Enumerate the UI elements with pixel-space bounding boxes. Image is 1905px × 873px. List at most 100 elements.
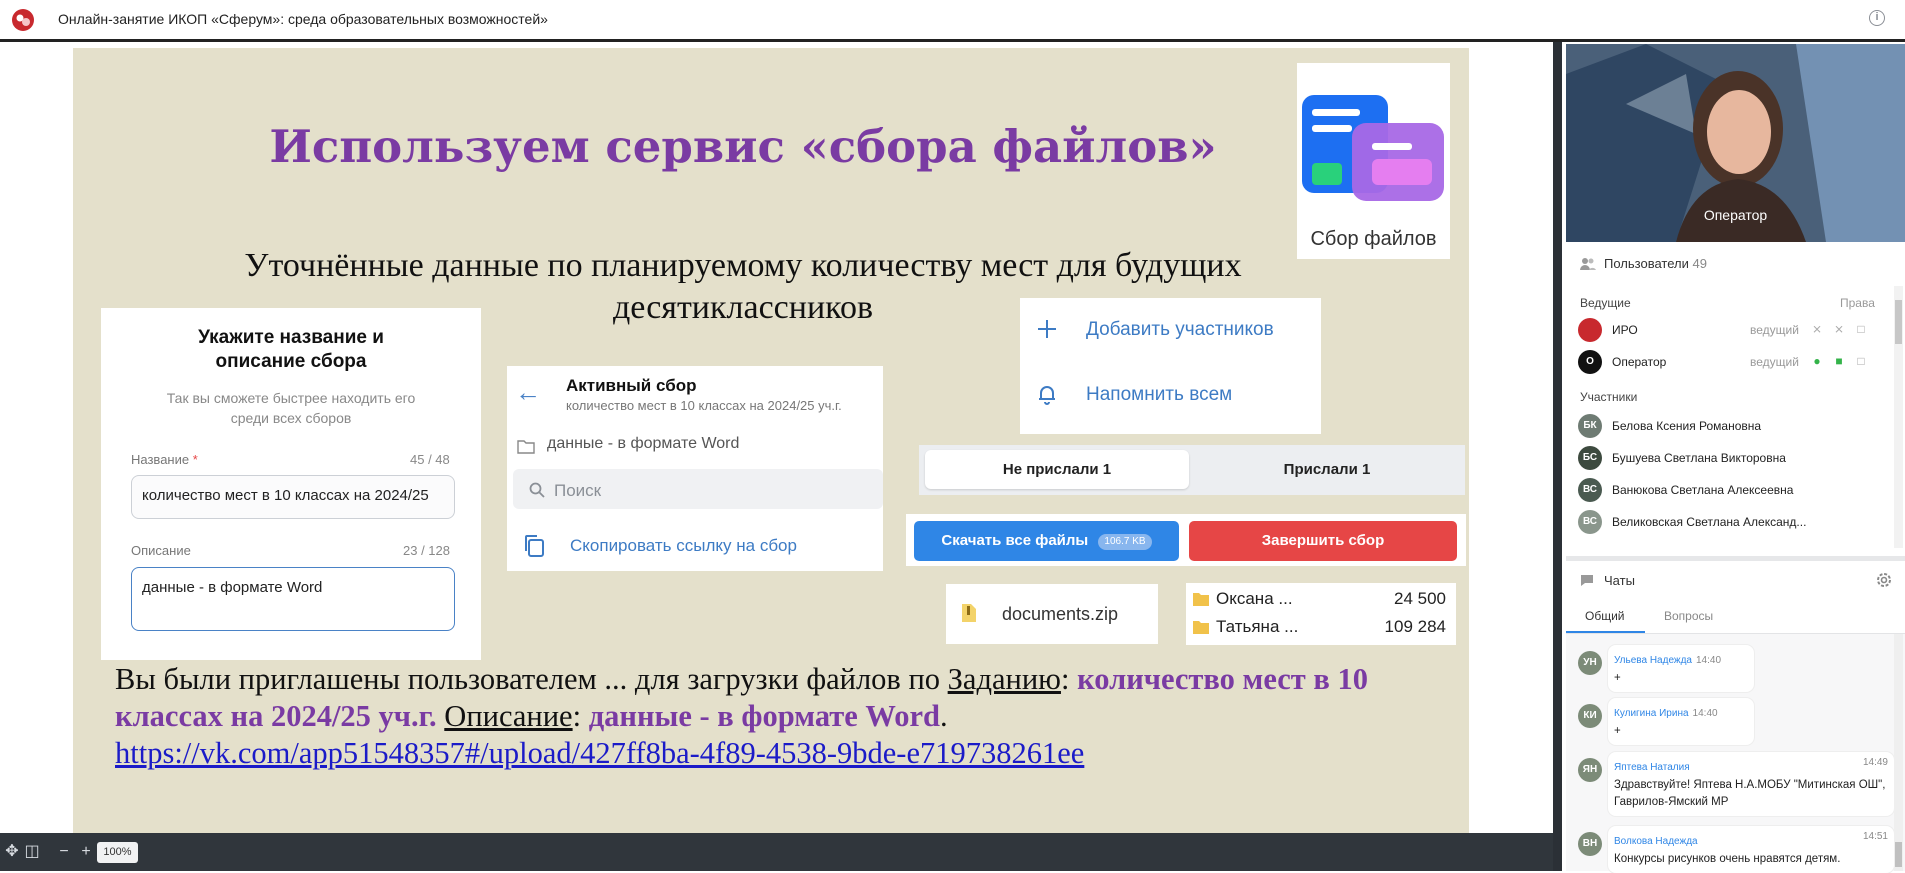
active-collection-title: Активный сбор (566, 376, 697, 395)
para-text: : (572, 699, 589, 733)
message-time: 14:49 (1862, 757, 1888, 768)
name-counter: 45 / 48 (410, 452, 450, 467)
chat-icon (1581, 575, 1593, 586)
participant-row[interactable]: ВС Ванюкова Светлана Алексеевна (1578, 478, 1878, 504)
users-header[interactable]: Пользователи 49 (1566, 246, 1905, 280)
form-title: Укажите название и описание сбора (101, 326, 481, 374)
chats-title: Чаты (1604, 573, 1635, 588)
users-scrollbar-thumb[interactable] (1895, 300, 1902, 344)
folder-icon (1193, 621, 1209, 634)
sferum-logo-icon (12, 9, 34, 31)
user-role: ведущий (1750, 323, 1799, 337)
required-marker: * (192, 452, 198, 467)
participant-row[interactable]: ВС Великовская Светлана Александ... (1578, 510, 1878, 536)
host-row-operator[interactable]: О Оператор ведущий ● ■ □ (1578, 350, 1878, 376)
bell-icon (1039, 386, 1055, 405)
remind-all-button[interactable]: Напомнить всем (1086, 384, 1232, 406)
folder-icon (1193, 593, 1209, 606)
message-author: Волкова Надежда (1614, 836, 1698, 847)
tab-not-sent[interactable]: Не прислали 1 (925, 450, 1189, 489)
copy-link-button[interactable]: Скопировать ссылку на сбор (570, 536, 797, 556)
camera-on-icon: ■ (1835, 354, 1843, 368)
file-size: 109 284 (1384, 617, 1446, 636)
tab-general[interactable]: Общий (1585, 609, 1625, 623)
speaker-video[interactable]: Оператор (1566, 44, 1905, 242)
screen-off-icon: □ (1857, 354, 1865, 368)
chat-scrollbar-thumb[interactable] (1895, 842, 1902, 867)
message-author: Ульева Надежда (1614, 655, 1692, 666)
users-scrollbar[interactable] (1894, 286, 1903, 548)
copy-icon (525, 535, 544, 557)
submission-tabs: Не прислали 1 Прислали 1 (919, 445, 1465, 495)
add-participants-button[interactable]: Добавить участников (1086, 319, 1274, 341)
message-time: 14:40 (1695, 655, 1722, 666)
users-count: 49 (1692, 256, 1707, 271)
camera-off-icon: ⨯ (1833, 322, 1845, 336)
list-item[interactable]: Татьяна ... 109 284 (1192, 617, 1456, 639)
participant-row[interactable]: БС Бушуева Светлана Викторовна (1578, 446, 1878, 472)
hosts-label: Ведущие (1580, 296, 1631, 310)
file-collection-app-icon (1302, 95, 1444, 201)
move-icon[interactable]: ✥ (3, 843, 21, 861)
message-bubble: Волкова Надежда 14:51 Конкурсы рисунков о… (1608, 826, 1894, 873)
message-time: 14:40 (1692, 708, 1718, 719)
form-title-line2: описание сбора (215, 351, 367, 372)
user-name: Белова Ксения Романовна (1612, 419, 1762, 433)
info-icon[interactable]: i (1869, 10, 1885, 26)
back-arrow-icon[interactable]: ← (515, 379, 545, 406)
name-label-text: Название (131, 452, 190, 467)
avatar: ВС (1578, 510, 1602, 534)
chat-scrollbar[interactable] (1894, 634, 1903, 871)
user-name: Оператор (1612, 355, 1667, 369)
download-all-button[interactable]: Скачать все файлы 106.7 KB (914, 521, 1179, 561)
users-title: Пользователи 49 (1604, 256, 1707, 271)
message-author: Яптева Наталия (1614, 762, 1690, 773)
download-all-label: Скачать все файлы (941, 532, 1089, 549)
zoom-level[interactable]: 100% (97, 842, 138, 863)
logo-caption: Сбор файлов (1310, 228, 1437, 250)
message-time: 14:51 (1862, 831, 1888, 842)
user-role: ведущий (1750, 355, 1799, 369)
zoom-in-button[interactable]: + (77, 843, 95, 861)
file-owner-name: Оксана ... (1216, 589, 1293, 608)
para-text: Вы были приглашены пользователем ... для… (115, 662, 948, 696)
plus-icon (1038, 320, 1056, 338)
message-bubble: Ульева Надежда 14:40 + (1608, 645, 1754, 692)
gear-icon[interactable] (1875, 571, 1893, 589)
para-description-label: Описание (444, 699, 573, 733)
zoom-out-button[interactable]: − (55, 843, 73, 861)
finish-collection-button[interactable]: Завершить сбор (1189, 521, 1457, 561)
users-icon (1580, 258, 1596, 270)
message-text: Конкурсы рисунков очень нравятся детям. (1614, 853, 1841, 865)
name-field[interactable]: количество мест в 10 классах на 2024/25 (131, 475, 455, 519)
iro-logo-icon (1578, 318, 1602, 342)
message-text: Здравствуйте! Яптева Н.А.МОБУ "Митинская… (1614, 779, 1886, 808)
active-collection-panel: ← Активный сбор количество мест в 10 кла… (507, 366, 883, 571)
meeting-title: Онлайн-занятие ИКОП «Сферум»: среда обра… (58, 11, 548, 27)
search-icon (529, 482, 545, 498)
message-text: + (1614, 725, 1621, 737)
slide: Используем сервис «сбора файлов» Уточнён… (73, 48, 1469, 833)
tab-questions[interactable]: Вопросы (1664, 609, 1713, 623)
fit-width-icon[interactable]: ◫ (23, 843, 41, 861)
panel-separator (1566, 556, 1905, 561)
tab-sent[interactable]: Прислали 1 (1195, 450, 1459, 489)
host-row-iro[interactable]: ИРО ведущий ⨯ ⨯ □ (1578, 318, 1878, 344)
slide-title: Используем сервис «сбора файлов» (269, 120, 1217, 173)
top-bar: Онлайн-занятие ИКОП «Сферум»: среда обра… (0, 0, 1905, 42)
collection-form-panel: Укажите название и описание сбора Так вы… (101, 308, 481, 660)
participant-row[interactable]: БК Белова Ксения Романовна (1578, 414, 1878, 440)
avatar: УН (1578, 651, 1602, 675)
form-hint-line2: среди всех сборов (230, 410, 352, 426)
action-buttons: Скачать все файлы 106.7 KB Завершить сбо… (906, 514, 1466, 566)
upload-link[interactable]: https://vk.com/app51548357#/upload/427ff… (115, 736, 1084, 770)
list-item[interactable]: Оксана ... 24 500 (1192, 589, 1456, 611)
description-field[interactable]: данные - в формате Word (131, 567, 455, 631)
avatar: КИ (1578, 704, 1602, 728)
user-name: Великовская Светлана Александ... (1612, 515, 1807, 529)
para-text: . (940, 699, 948, 733)
zip-archive-icon (962, 604, 976, 622)
para-task-label: Заданию (947, 662, 1061, 696)
user-name: Ванюкова Светлана Алексеевна (1612, 483, 1794, 497)
actions-panel: Добавить участников Напомнить всем (1020, 298, 1321, 434)
